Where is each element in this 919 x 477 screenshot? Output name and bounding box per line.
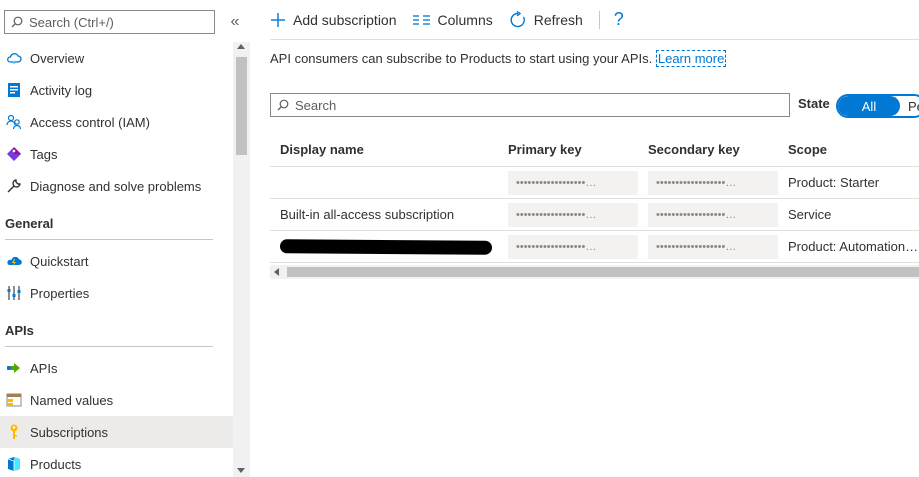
secondary-key-field[interactable]: ••••••••••••••••••… (648, 234, 778, 259)
menu-item-apis[interactable]: APIs (0, 352, 233, 384)
menu-item-diagnose[interactable]: Diagnose and solve problems (0, 170, 233, 202)
menu-item-tags[interactable]: Tags (0, 138, 233, 170)
add-subscription-label: Add subscription (293, 11, 397, 28)
display-name-cell: Built-in all-access subscription (280, 207, 455, 222)
menu-item-label: Access control (IAM) (30, 114, 150, 130)
help-icon[interactable]: ? (614, 9, 624, 30)
scroll-left-arrow-icon[interactable] (274, 268, 279, 276)
state-filter-label: State (798, 96, 830, 111)
state-next-option[interactable]: Pe (900, 96, 919, 116)
secondary-key-field[interactable]: ••••••••••••••••••… (648, 202, 778, 227)
subscriptions-table: Display name Primary key Secondary key S… (270, 133, 919, 263)
plus-icon (270, 12, 286, 28)
refresh-button[interactable]: Refresh (509, 10, 583, 29)
menu-scrollbar[interactable] (233, 42, 250, 477)
column-header-primary-key[interactable]: Primary key (508, 142, 648, 157)
menu-item-label: Quickstart (30, 253, 89, 269)
search-placeholder: Search (295, 97, 337, 113)
menu-item-subscriptions[interactable]: Subscriptions (0, 416, 233, 448)
api-arrow-icon (5, 359, 23, 377)
menu-item-quickstart[interactable]: Quickstart (0, 245, 233, 277)
menu-search-placeholder: Search (Ctrl+/) (29, 14, 114, 30)
menu-item-products[interactable]: Products (0, 448, 233, 477)
subscriptions-search-input[interactable]: Search (270, 93, 790, 117)
scope-cell: Product: Starter (788, 175, 880, 190)
menu-item-named-values[interactable]: Named values (0, 384, 233, 416)
menu-item-label: Properties (30, 285, 90, 301)
table-row[interactable]: ••••••••••••••••••… ••••••••••••••••••… … (270, 231, 919, 263)
horizontal-scroll-thumb[interactable] (287, 267, 919, 277)
menu-item-label: Named values (30, 392, 114, 408)
column-header-display-name[interactable]: Display name (270, 142, 508, 157)
state-all-option[interactable]: All (838, 96, 900, 116)
menu-item-label: Activity log (30, 82, 93, 98)
columns-label: Columns (437, 11, 493, 28)
menu-item-label: Products (30, 456, 82, 472)
resource-menu: Search (Ctrl+/) « Overview Activity log … (0, 0, 250, 477)
intro-description: API consumers can subscribe to Products … (270, 51, 653, 66)
add-subscription-button[interactable]: Add subscription (270, 12, 397, 28)
intro-text: API consumers can subscribe to Products … (270, 50, 727, 67)
table-row[interactable]: Built-in all-access subscription •••••••… (270, 199, 919, 231)
scope-cell: Product: Automation… (788, 239, 919, 254)
cloud-lightning-icon (5, 252, 23, 270)
scroll-up-arrow-icon[interactable] (237, 44, 245, 49)
cloud-icon (5, 49, 23, 67)
key-icon (5, 423, 23, 441)
menu-item-label: Overview (30, 50, 85, 66)
section-general: General (0, 202, 233, 240)
search-icon (277, 99, 289, 111)
tag-icon (5, 145, 23, 163)
refresh-label: Refresh (533, 11, 583, 28)
primary-key-field[interactable]: ••••••••••••••••••… (508, 170, 638, 195)
column-header-scope[interactable]: Scope (788, 142, 919, 157)
menu-item-overview[interactable]: Overview (0, 42, 233, 74)
table-row[interactable]: ••••••••••••••••••… ••••••••••••••••••… … (270, 167, 919, 199)
scroll-down-arrow-icon[interactable] (237, 468, 245, 473)
section-apis: APIs (0, 309, 233, 347)
column-header-secondary-key[interactable]: Secondary key (648, 142, 788, 157)
state-filter-toggle: All Pe (836, 94, 919, 118)
learn-more-link[interactable]: Learn more (655, 50, 727, 67)
menu-item-activity-log[interactable]: Activity log (0, 74, 233, 106)
table-header-row: Display name Primary key Secondary key S… (270, 133, 919, 167)
menu-item-label: Subscriptions (30, 424, 109, 440)
scope-cell: Service (788, 207, 832, 222)
command-bar: Add subscription Columns Refresh ? (270, 0, 919, 40)
display-name-cell (270, 238, 508, 255)
sliders-icon (5, 284, 23, 302)
table-grid-icon (5, 391, 23, 409)
menu-item-label: Tags (30, 146, 58, 162)
menu-item-properties[interactable]: Properties (0, 277, 233, 309)
product-box-icon (5, 455, 23, 473)
menu-item-label: APIs (30, 360, 58, 376)
redaction-mark (279, 238, 493, 255)
primary-key-field[interactable]: ••••••••••••••••••… (508, 234, 638, 259)
collapse-menu-button[interactable]: « (226, 10, 244, 34)
menu-search-input[interactable]: Search (Ctrl+/) (4, 10, 215, 34)
activity-log-icon (5, 81, 23, 99)
refresh-icon (509, 10, 527, 29)
columns-button[interactable]: Columns (412, 11, 493, 28)
columns-icon (412, 14, 431, 26)
wrench-icon (5, 177, 23, 195)
primary-key-field[interactable]: ••••••••••••••••••… (508, 202, 638, 227)
people-icon (5, 113, 23, 131)
menu-item-label: Diagnose and solve problems (30, 178, 202, 194)
menu-list: Overview Activity log Access control (IA… (0, 42, 233, 477)
table-horizontal-scrollbar[interactable] (270, 265, 919, 279)
search-icon (11, 16, 23, 28)
toolbar-divider (598, 10, 600, 29)
scroll-thumb[interactable] (236, 57, 247, 155)
secondary-key-field[interactable]: ••••••••••••••••••… (648, 170, 778, 195)
menu-item-access-control[interactable]: Access control (IAM) (0, 106, 233, 138)
